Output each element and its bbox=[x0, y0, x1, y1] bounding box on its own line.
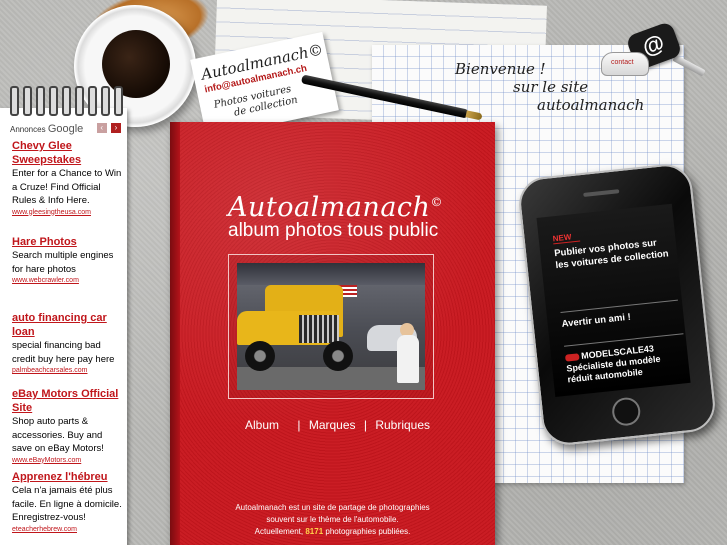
copyright-mark: © bbox=[430, 195, 443, 209]
ad-url[interactable]: www.webcrawler.com bbox=[12, 276, 124, 286]
nav-separator: | bbox=[287, 418, 301, 432]
ad-body: Enter for a Chance to Win a Cruze! Find … bbox=[12, 168, 122, 206]
welcome-line-3: autoalmanach bbox=[537, 96, 645, 114]
ad-title[interactable]: eBay Motors Official Site bbox=[12, 387, 124, 415]
nav-album-link[interactable]: Album bbox=[245, 418, 279, 432]
album-title-text: Autoalmanach bbox=[228, 192, 431, 223]
welcome-line-1: Bienvenue ! bbox=[455, 60, 546, 78]
nav-marques-link[interactable]: Marques bbox=[309, 418, 356, 432]
ad-item[interactable]: Chevy Glee Sweepstakes Enter for a Chanc… bbox=[12, 139, 124, 218]
phone-widget: NEW Publier vos photos sur les voitures … bbox=[516, 161, 718, 448]
album-cover: Autoalmanach© album photos tous public A… bbox=[170, 122, 495, 545]
ad-title[interactable]: Hare Photos bbox=[12, 235, 124, 249]
ad-url[interactable]: www.eBayMotors.com bbox=[12, 456, 124, 466]
album-info: Autoalmanach est un site de partage de p… bbox=[210, 502, 455, 538]
tell-a-friend-link[interactable]: Avertir un ami ! bbox=[560, 299, 680, 330]
album-subtitle: album photos tous public bbox=[228, 220, 439, 241]
info-line-2: souvent sur le thème de l'automobile. bbox=[266, 515, 399, 524]
ads-prev-button[interactable]: ‹ bbox=[96, 123, 107, 133]
ad-item[interactable]: Apprenez l'hébreu Cela n'a jamais été pl… bbox=[12, 470, 124, 535]
album-title: Autoalmanach© bbox=[228, 192, 443, 223]
album-nav: Album | Marques | Rubriques bbox=[245, 418, 430, 432]
ad-title[interactable]: Apprenez l'hébreu bbox=[12, 470, 124, 484]
featured-photo-frame[interactable] bbox=[228, 254, 434, 399]
ads-pagination: ‹ › bbox=[95, 123, 121, 133]
new-badge: NEW bbox=[552, 231, 580, 245]
featured-photo[interactable] bbox=[237, 263, 425, 390]
ad-url[interactable]: eteacherhebrew.com bbox=[12, 525, 124, 535]
ads-next-button[interactable]: › bbox=[111, 123, 121, 133]
info-line-1: Autoalmanach est un site de partage de p… bbox=[235, 503, 430, 512]
info-line-3: Actuellement, 8171 photographies publiée… bbox=[210, 526, 455, 538]
ad-body: Search multiple engines for hare photos bbox=[12, 250, 114, 275]
ad-body: special financing bad credit buy here pa… bbox=[12, 340, 115, 365]
ad-body: Cela n'a jamais été plus facile. En lign… bbox=[12, 485, 122, 523]
ad-body: Shop auto parts & accessories. Buy and s… bbox=[12, 416, 104, 454]
nav-rubriques-link[interactable]: Rubriques bbox=[375, 418, 430, 432]
ad-url[interactable]: palmbeachcarsales.com bbox=[12, 366, 124, 376]
ad-item[interactable]: auto financing car loan special financin… bbox=[12, 311, 124, 376]
nav-separator: | bbox=[363, 418, 367, 432]
notebook-spiral bbox=[6, 86, 124, 116]
ads-label: Annonces bbox=[10, 125, 46, 134]
info-suffix: photographies publiées. bbox=[325, 527, 411, 536]
ad-item[interactable]: eBay Motors Official Site Shop auto part… bbox=[12, 387, 124, 466]
ad-title[interactable]: auto financing car loan bbox=[12, 311, 124, 339]
phone-speaker bbox=[583, 189, 620, 197]
phone-screen: NEW Publier vos photos sur les voitures … bbox=[536, 203, 691, 397]
car-icon bbox=[564, 353, 580, 362]
photo-count: 8171 bbox=[305, 527, 324, 536]
home-button bbox=[610, 396, 642, 428]
ad-item[interactable]: Hare Photos Search multiple engines for … bbox=[12, 235, 124, 286]
welcome-line-2: sur le site bbox=[513, 78, 589, 96]
ad-url[interactable]: www.gleesingtheusa.com bbox=[12, 208, 124, 218]
contact-button[interactable]: contact bbox=[601, 52, 649, 76]
contact-label: contact bbox=[611, 59, 634, 66]
ads-header: Annonces Google ‹ › bbox=[10, 123, 125, 137]
partner-link[interactable]: MODELSCALE43 Spécialiste du modèle rédui… bbox=[564, 333, 688, 386]
info-prefix: Actuellement, bbox=[254, 527, 304, 536]
google-logo: Google bbox=[47, 123, 84, 135]
ad-title[interactable]: Chevy Glee Sweepstakes bbox=[12, 139, 124, 167]
